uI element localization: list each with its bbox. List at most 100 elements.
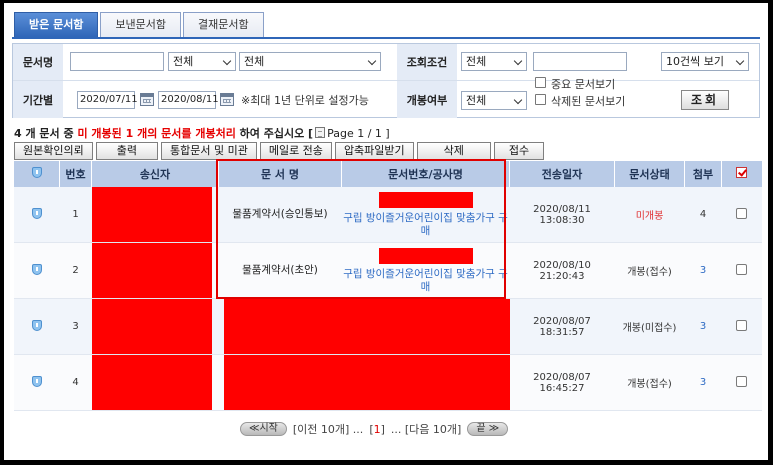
integrated-doc-button[interactable]: 통합문서 및 미관	[160, 142, 257, 160]
page-size-select[interactable]: 10건씩 보기	[661, 52, 749, 71]
shield-icon	[31, 167, 42, 178]
receive-button[interactable]: 접수	[493, 142, 545, 160]
row-no: 2	[59, 242, 92, 299]
row-checkbox[interactable]	[736, 263, 747, 275]
doc-name-label: 문서명	[13, 44, 63, 80]
row-sent-at: 2020/08/07 18:31:57	[509, 298, 615, 355]
period-label: 기간별	[13, 81, 63, 118]
pager-last-button[interactable]: 끝 ≫	[467, 422, 509, 436]
row-status: 개봉(접수)	[614, 242, 685, 299]
row-sent-at: 2020/08/07 16:45:27	[509, 354, 615, 411]
row-checkbox[interactable]	[736, 319, 747, 331]
doc-no-redacted	[378, 247, 473, 264]
table-row[interactable]: 2 물품계약서(초안) 구립 방이즐거운어린이집 맞춤가구 구매 2020/08…	[13, 242, 762, 299]
delete-button[interactable]: 삭제	[416, 142, 491, 160]
header-doc-no: 문서번호/공사명	[341, 161, 510, 187]
date-to-input[interactable]: 2020/08/11	[158, 91, 219, 109]
table-row[interactable]: 3 2020/08/07 18:31:57 개봉(미접수) 3	[13, 298, 762, 355]
search-panel: 문서명 전체 전체 조회조건 전체 10건씩 보기 기간별 2020/07/11…	[12, 43, 760, 118]
row-status: 미개봉	[614, 187, 685, 243]
calendar-icon[interactable]	[140, 93, 154, 106]
calendar-icon[interactable]	[220, 93, 234, 106]
row-checkbox[interactable]	[736, 375, 747, 387]
table-row[interactable]: 4 2020/08/07 16:45:27 개봉(접수) 3	[13, 354, 762, 411]
send-mail-button[interactable]: 메일로 전송	[259, 142, 332, 160]
date-from-input[interactable]: 2020/07/11	[77, 91, 138, 109]
info-count: 4 개 문서 중	[14, 127, 78, 140]
pager-current[interactable]: 1	[374, 423, 381, 436]
download-zip-button[interactable]: 압축파일받기	[334, 142, 414, 160]
row-sent-at: 2020/08/11 13:08:30	[509, 187, 615, 243]
shield-icon	[31, 375, 42, 387]
row-attach[interactable]: 3	[684, 354, 722, 411]
sender-redacted	[91, 299, 212, 354]
row-checkbox[interactable]	[736, 207, 747, 219]
row-status: 개봉(미접수)	[614, 298, 685, 355]
important-checkbox[interactable]	[535, 77, 546, 88]
row-doc-no[interactable]: 구립 방이즐거운어린이집 맞춤가구 구매	[343, 212, 508, 237]
pagination: ≪시작 [이전 10개] ... [1] ... [다음 10개] 끝 ≫	[240, 421, 509, 437]
deleted-label: 삭제된 문서보기	[551, 95, 626, 108]
row-no: 1	[59, 187, 92, 243]
action-toolbar: 원본확인의뢰 출력 통합문서 및 미관 메일로 전송 압축파일받기 삭제 접수	[14, 142, 545, 160]
table-header-row: 번호 송신자 문 서 명 문서번호/공사명 전송일자 문서상태 첨부	[13, 161, 762, 187]
mailbox-tabs: 받은 문서함 보낸문서함 결재문서함	[14, 12, 264, 37]
select-all-checkbox[interactable]	[736, 167, 748, 178]
sender-redacted	[91, 187, 212, 242]
doc-name-input[interactable]	[70, 52, 164, 71]
info-suffix: 하여 주십시오 [	[235, 127, 314, 140]
open-status-select[interactable]: 전체	[461, 91, 527, 110]
header-icon-col	[13, 161, 60, 187]
tab-underline	[12, 37, 760, 39]
info-page: Page 1 / 1 ]	[327, 127, 390, 140]
header-select-all[interactable]	[721, 161, 762, 187]
header-doc-name: 문 서 명	[218, 161, 342, 187]
row-sent-at: 2020/08/10 21:20:43	[509, 242, 615, 299]
doc-no-redacted	[378, 191, 473, 208]
table-row[interactable]: 1 물품계약서(승인통보) 구립 방이즐거운어린이집 맞춤가구 구매 2020/…	[13, 187, 762, 243]
tab-received[interactable]: 받은 문서함	[14, 12, 99, 37]
print-button[interactable]: 출력	[95, 142, 158, 160]
row-status: 개봉(접수)	[614, 354, 685, 411]
sender-redacted	[91, 355, 212, 410]
row-doc-no[interactable]: 구립 방이즐거운어린이집 맞춤가구 구매	[343, 268, 508, 293]
request-original-check-button[interactable]: 원본확인의뢰	[14, 142, 93, 160]
search-button[interactable]: 조회	[681, 90, 729, 110]
pager-next[interactable]: ... [다음 10개]	[391, 421, 461, 437]
document-table: 번호 송신자 문 서 명 문서번호/공사명 전송일자 문서상태 첨부 1 물품계…	[13, 161, 762, 411]
doc-type-select[interactable]: 전체	[168, 52, 236, 71]
row-no: 3	[59, 298, 92, 355]
pager-first-button[interactable]: ≪시작	[240, 422, 287, 436]
info-unread: 미 개봉된 1 개의 문서를 개봉처리	[77, 127, 236, 140]
pager-prev[interactable]: [이전 10개] ...	[293, 421, 363, 437]
shield-icon	[31, 263, 42, 275]
shield-icon	[31, 207, 42, 219]
page-icon	[315, 127, 326, 138]
condition-input[interactable]	[533, 52, 627, 71]
document-redacted	[223, 355, 510, 410]
condition-select[interactable]: 전체	[461, 52, 527, 71]
period-note: ※최대 1년 단위로 설정가능	[241, 94, 369, 107]
doc-subtype-select[interactable]: 전체	[239, 52, 381, 71]
sender-redacted	[91, 243, 212, 298]
row-doc-name[interactable]: 물품계약서(승인통보)	[218, 187, 342, 243]
tab-approval[interactable]: 결재문서함	[183, 12, 264, 37]
open-status-label: 개봉여부	[397, 81, 457, 118]
row-no: 4	[59, 354, 92, 411]
header-attach: 첨부	[684, 161, 722, 187]
important-label: 중요 문서보기	[551, 78, 616, 91]
row-attach[interactable]: 3	[684, 242, 722, 299]
document-count-info: 4 개 문서 중 미 개봉된 1 개의 문서를 개봉처리 하여 주십시오 [ Pa…	[14, 125, 390, 141]
row-attach: 4	[684, 187, 722, 243]
document-redacted	[223, 299, 510, 354]
row-attach[interactable]: 3	[684, 298, 722, 355]
header-no: 번호	[59, 161, 92, 187]
deleted-checkbox[interactable]	[535, 94, 546, 105]
shield-icon	[31, 319, 42, 331]
search-row-1: 문서명 전체 전체 조회조건 전체 10건씩 보기	[13, 44, 759, 81]
condition-label: 조회조건	[397, 44, 457, 80]
row-doc-name[interactable]: 물품계약서(초안)	[218, 242, 342, 299]
document-inbox-page: 받은 문서함 보낸문서함 결재문서함 문서명 전체 전체 조회조건 전체 10건…	[4, 3, 768, 460]
tab-sent[interactable]: 보낸문서함	[100, 12, 182, 37]
search-row-2: 기간별 2020/07/11 2020/08/11 ※최대 1년 단위로 설정가…	[13, 77, 759, 118]
